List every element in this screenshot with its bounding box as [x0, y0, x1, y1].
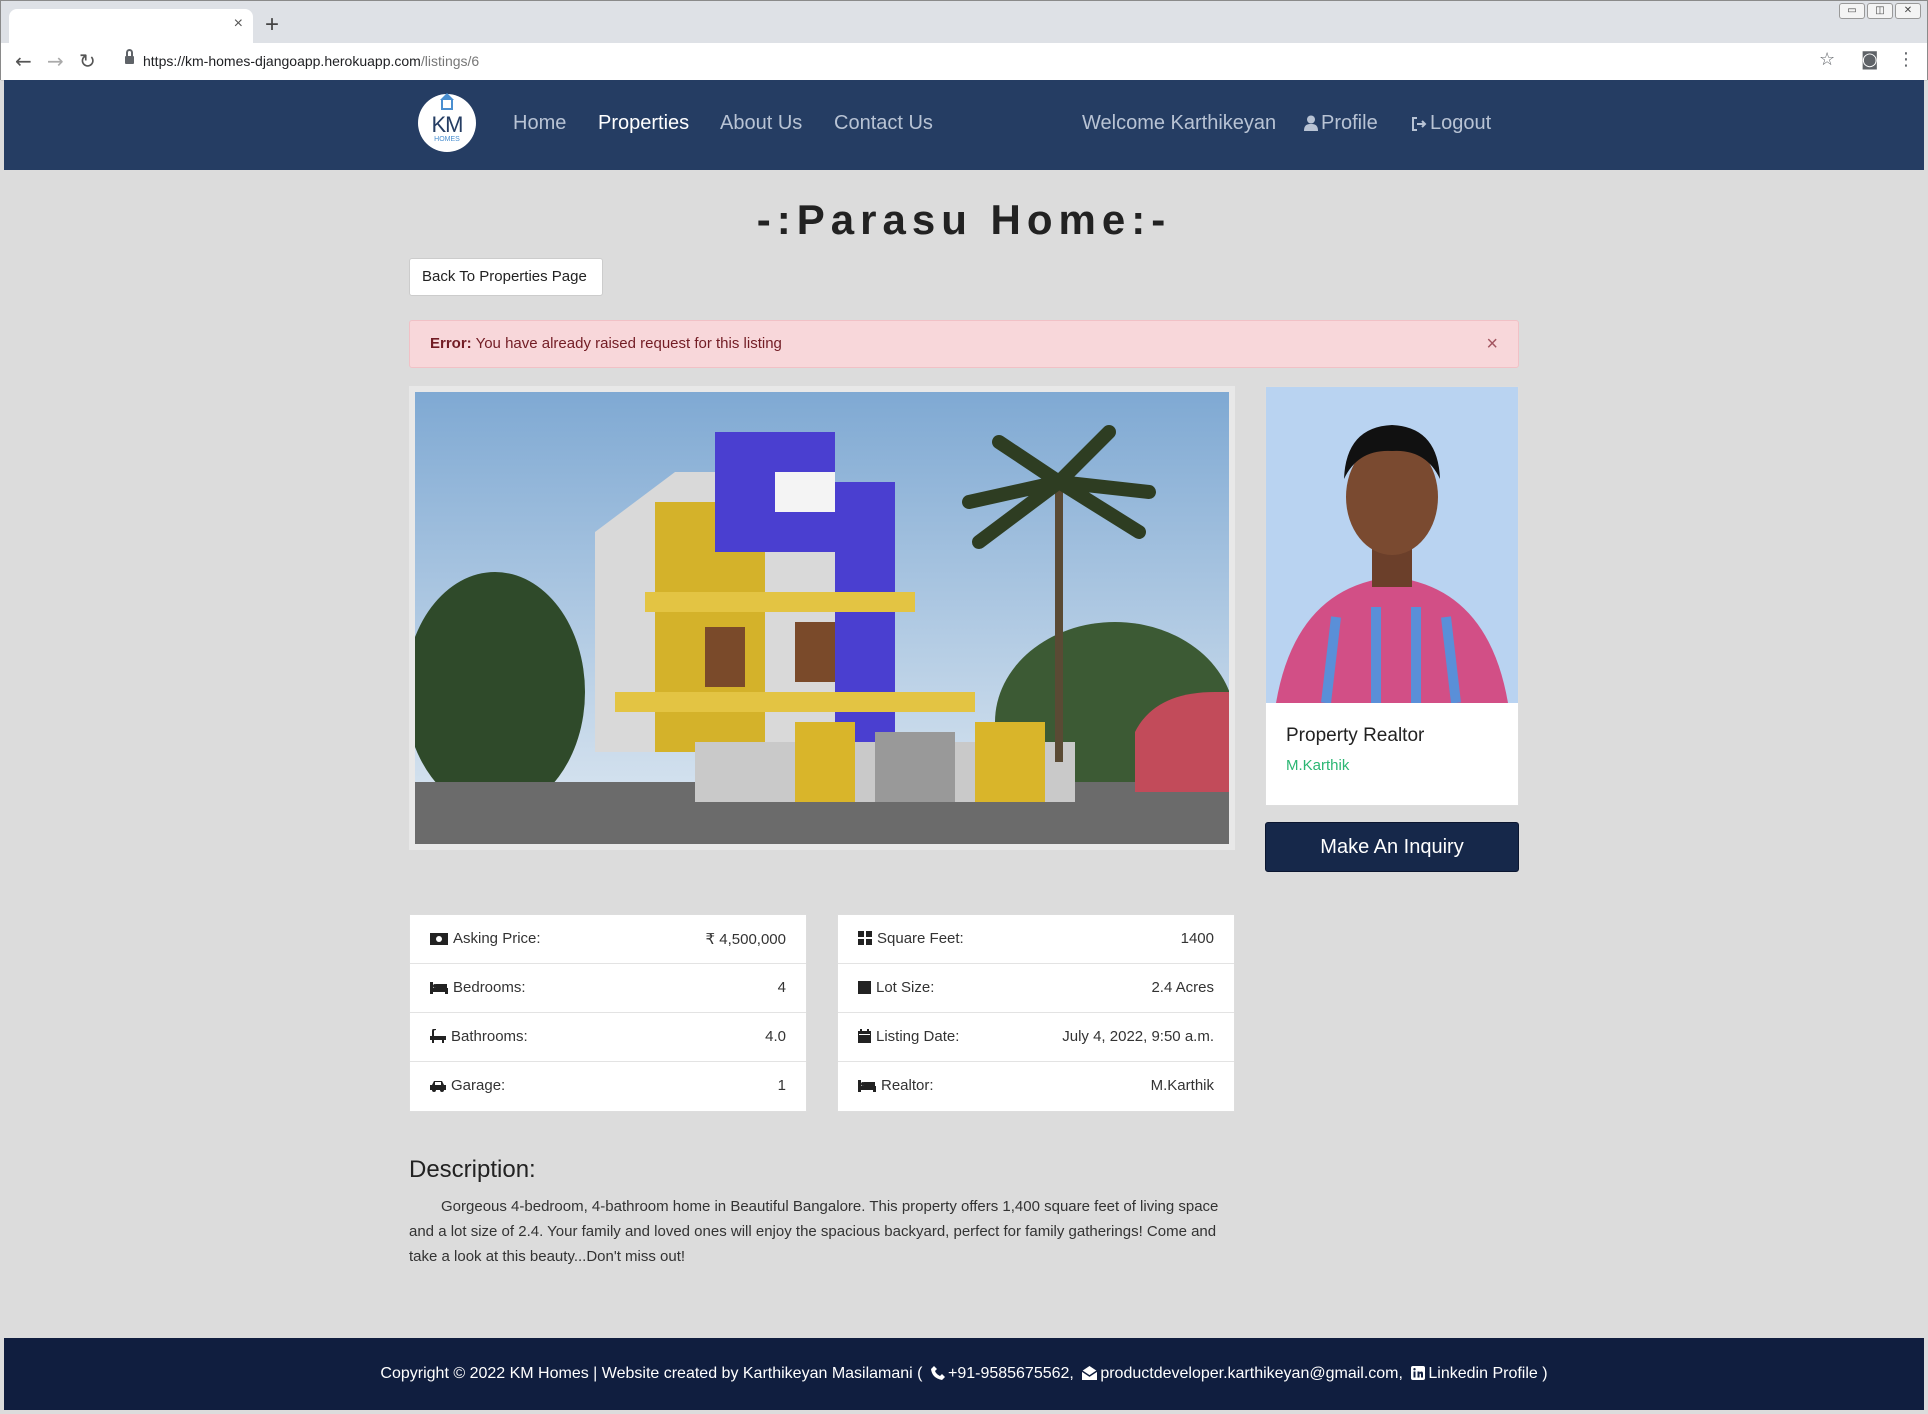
browser-toolbar: ← → ↻ https://km-homes-djangoapp.herokua… — [1, 43, 1927, 81]
bed-icon — [430, 982, 448, 994]
detail-bedrooms: Bedrooms: 4 — [410, 964, 806, 1013]
footer-email[interactable]: productdeveloper.karthikeyan@gmail.com, — [1100, 1365, 1403, 1382]
bath-icon — [430, 1028, 446, 1043]
make-inquiry-button[interactable]: Make An Inquiry — [1265, 822, 1519, 872]
url-text: https://km-homes-djangoapp.herokuapp.com… — [143, 53, 480, 69]
square-icon — [858, 981, 871, 994]
alert-message: You have already raised request for this… — [471, 335, 782, 352]
details-list-right: Square Feet: 1400 Lot Size: 2.4 Acres Li… — [837, 914, 1235, 1112]
nav-about-us[interactable]: About Us — [720, 112, 802, 135]
page-content: KM HOMES Home Properties About Us Contac… — [4, 80, 1924, 1410]
menu-dots-icon[interactable]: ⋮ — [1897, 49, 1915, 70]
grid-icon — [858, 931, 872, 945]
detail-garage: Garage: 1 — [410, 1062, 806, 1111]
logo-text: KM — [431, 112, 464, 137]
nav-logout[interactable]: Logout — [1411, 112, 1491, 135]
site-navbar: KM HOMES Home Properties About Us Contac… — [4, 80, 1924, 170]
car-icon — [430, 1081, 446, 1092]
welcome-text: Welcome Karthikeyan — [1082, 112, 1277, 134]
alert-label: Error: — [430, 335, 472, 352]
details-list-left: Asking Price: ₹ 4,500,000 Bedrooms: 4 Ba… — [409, 914, 807, 1112]
phone-icon — [930, 1366, 945, 1380]
description-text: Gorgeous 4-bedroom, 4-bathroom home in B… — [409, 1198, 1219, 1265]
envelope-icon — [1081, 1366, 1098, 1380]
profile-label: Profile — [1321, 112, 1378, 134]
camera-icon[interactable]: ◙ — [1861, 49, 1878, 70]
logo-subtext: HOMES — [434, 136, 460, 143]
detail-label: Garage: — [451, 1077, 506, 1094]
site-footer: Copyright © 2022 KM Homes | Website crea… — [4, 1338, 1924, 1410]
nav-home[interactable]: Home — [513, 112, 566, 135]
nav-contact-us[interactable]: Contact Us — [834, 112, 933, 135]
realtor-portrait — [1266, 387, 1518, 703]
detail-listing-date: Listing Date: July 4, 2022, 9:50 a.m. — [838, 1013, 1234, 1062]
property-image[interactable] — [409, 386, 1235, 850]
realtor-photo — [1266, 387, 1518, 703]
detail-bathrooms: Bathrooms: 4.0 — [410, 1013, 806, 1062]
detail-value: 2.4 Acres — [1151, 979, 1214, 996]
nav-properties[interactable]: Properties — [598, 112, 689, 135]
footer-copyright: Copyright © 2022 KM Homes | Website crea… — [380, 1365, 923, 1382]
detail-value: 4.0 — [765, 1028, 786, 1045]
description-heading: Description: — [409, 1156, 536, 1183]
bookmark-star-icon[interactable]: ☆ — [1819, 49, 1835, 70]
site-logo[interactable]: KM HOMES — [418, 93, 476, 152]
tab-strip: × + ▭ ◫ ✕ — [1, 1, 1927, 43]
footer-phone[interactable]: +91-9585675562, — [948, 1365, 1074, 1382]
back-to-properties-button[interactable]: Back To Properties Page — [409, 258, 603, 296]
lock-icon — [125, 49, 134, 64]
close-window-button[interactable]: ✕ — [1895, 3, 1921, 19]
footer-linkedin[interactable]: Linkedin Profile ) — [1428, 1365, 1547, 1382]
error-alert: Error: You have already raised request f… — [409, 320, 1519, 368]
forward-arrow-icon[interactable]: → — [47, 49, 64, 73]
reload-icon[interactable]: ↻ — [79, 49, 96, 73]
logout-icon — [1412, 117, 1427, 131]
detail-asking-price: Asking Price: ₹ 4,500,000 — [410, 915, 806, 964]
user-icon — [1304, 115, 1318, 131]
nav-profile[interactable]: Profile — [1304, 112, 1378, 135]
detail-value: 4 — [777, 979, 786, 996]
browser-tab[interactable]: × — [9, 9, 253, 43]
detail-lot-size: Lot Size: 2.4 Acres — [838, 964, 1234, 1013]
bed-icon — [858, 1080, 876, 1092]
logout-label: Logout — [1430, 112, 1492, 134]
minimize-button[interactable]: ▭ — [1839, 3, 1865, 19]
detail-realtor: Realtor: M.Karthik — [838, 1062, 1234, 1111]
detail-value: 1400 — [1180, 930, 1214, 947]
house-illustration — [415, 392, 1229, 844]
detail-value: July 4, 2022, 9:50 a.m. — [1062, 1028, 1214, 1045]
detail-label: Realtor: — [881, 1077, 934, 1094]
browser-window: × + ▭ ◫ ✕ ← → ↻ https://km-homes-djangoa… — [0, 0, 1928, 81]
house-icon — [440, 93, 454, 110]
calendar-icon — [858, 1029, 871, 1043]
detail-label: Bedrooms: — [453, 979, 526, 996]
realtor-name[interactable]: M.Karthik — [1286, 757, 1349, 774]
page-title: -:Parasu Home:- — [756, 196, 1172, 243]
detail-label: Asking Price: — [453, 930, 541, 947]
back-arrow-icon[interactable]: ← — [15, 49, 32, 73]
detail-value: M.Karthik — [1150, 1077, 1214, 1094]
money-icon — [430, 933, 448, 945]
detail-label: Bathrooms: — [451, 1028, 528, 1045]
detail-label: Square Feet: — [877, 930, 964, 947]
maximize-button[interactable]: ◫ — [1867, 3, 1893, 19]
detail-square-feet: Square Feet: 1400 — [838, 915, 1234, 964]
realtor-card: Property Realtor M.Karthik — [1265, 386, 1519, 806]
close-alert-icon[interactable]: × — [1486, 333, 1498, 356]
realtor-heading: Property Realtor — [1286, 725, 1425, 746]
close-tab-icon[interactable]: × — [234, 15, 243, 33]
linkedin-icon — [1411, 1366, 1426, 1380]
detail-label: Lot Size: — [876, 979, 935, 996]
detail-value: 1 — [777, 1077, 786, 1094]
detail-value: ₹ 4,500,000 — [705, 931, 786, 948]
new-tab-button[interactable]: + — [265, 11, 279, 39]
detail-label: Listing Date: — [876, 1028, 960, 1045]
window-controls: ▭ ◫ ✕ — [1839, 3, 1921, 19]
address-bar[interactable]: https://km-homes-djangoapp.herokuapp.com… — [117, 48, 1837, 76]
